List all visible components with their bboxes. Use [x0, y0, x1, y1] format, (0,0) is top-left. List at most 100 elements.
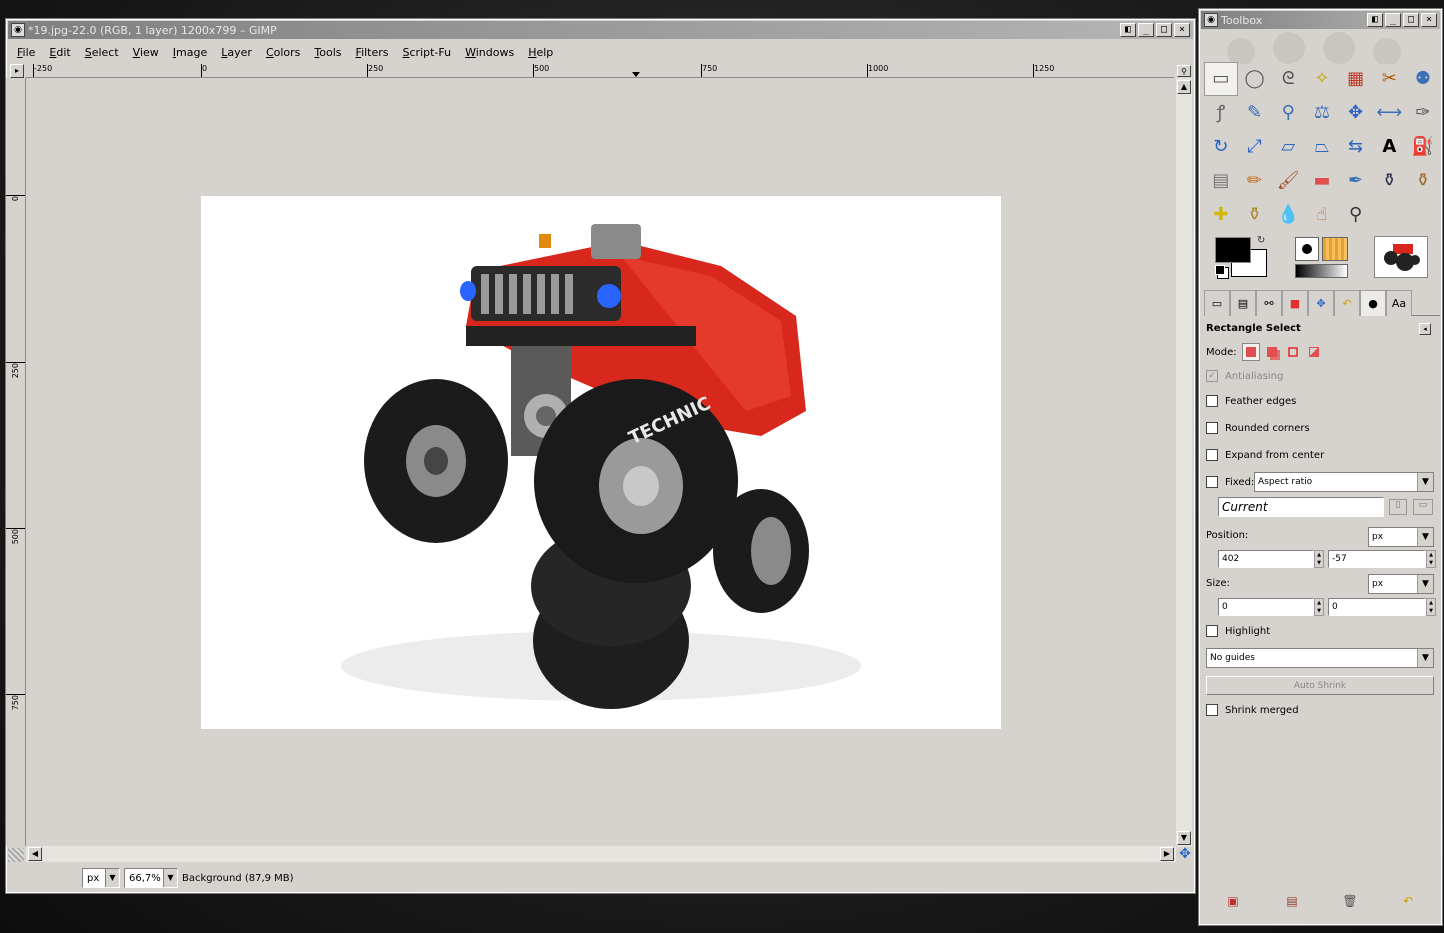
auto-shrink-button[interactable]: Auto Shrink [1206, 676, 1434, 695]
image-menu-arrow-button[interactable]: ▸ [10, 64, 24, 78]
tool-zoom[interactable]: ⚲ [1271, 96, 1305, 130]
position-x-input[interactable]: 402 [1218, 550, 1314, 568]
nav-zoom-button[interactable]: ⚲ [1177, 65, 1191, 77]
tool-paintbrush[interactable]: 🖌 [1271, 164, 1305, 198]
feather-edges-checkbox[interactable] [1206, 395, 1218, 407]
fixed-mode-select[interactable]: Aspect ratio ▼ [1254, 472, 1434, 492]
antialiasing-checkbox[interactable]: ✓ [1206, 370, 1218, 382]
rounded-corners-checkbox[interactable] [1206, 422, 1218, 434]
size-height-input[interactable]: 0 [1328, 598, 1426, 616]
image-window-titlebar[interactable]: ◉ *19.jpg-22.0 (RGB, 1 layer) 1200x799 –… [8, 21, 1193, 39]
tab-fonts[interactable]: Aa [1386, 290, 1412, 316]
tab-navigation[interactable]: ✥ [1308, 290, 1334, 316]
tool-scale[interactable]: ⤢ [1238, 130, 1272, 164]
menu-edit[interactable]: Edit [42, 46, 77, 59]
tool-fuzzy-select[interactable]: ✧ [1305, 62, 1339, 96]
fixed-ratio-entry[interactable]: Current [1218, 497, 1384, 517]
tab-channels[interactable]: ■ [1282, 290, 1308, 316]
tool-free-select[interactable]: ᘓ [1271, 62, 1305, 96]
highlight-checkbox[interactable] [1206, 625, 1218, 637]
save-options-icon[interactable]: ▣ [1225, 894, 1241, 908]
tool-text[interactable]: A [1372, 130, 1406, 164]
mode-replace-button[interactable] [1241, 343, 1260, 361]
tool-crop[interactable]: ✑ [1406, 96, 1440, 130]
tool-rect-select[interactable]: ▭ [1204, 62, 1238, 96]
menu-view[interactable]: View [126, 46, 166, 59]
tool-options-menu-button[interactable]: ◂ [1419, 323, 1431, 335]
fg-bg-color-area[interactable]: ↻ [1213, 235, 1271, 279]
tool-ellipse-select[interactable]: ◯ [1238, 62, 1272, 96]
tool-blur[interactable]: 💧 [1271, 198, 1305, 232]
active-image-thumbnail[interactable] [1374, 236, 1428, 278]
tool-measure[interactable]: ⚖ [1305, 96, 1339, 130]
tab-tool-options[interactable]: ▭ [1204, 290, 1230, 316]
size-unit-select[interactable]: px ▼ [1368, 574, 1434, 594]
foreground-color-swatch[interactable] [1215, 237, 1251, 263]
navigate-icon[interactable]: ✥ [1178, 847, 1192, 861]
horizontal-scrollbar[interactable]: ◀ ▶ [26, 846, 1176, 862]
fixed-checkbox[interactable] [1206, 476, 1218, 488]
image-canvas[interactable]: TECHNIC [26, 79, 1175, 846]
scroll-up-button[interactable]: ▲ [1177, 80, 1191, 94]
tool-move[interactable]: ✥ [1339, 96, 1373, 130]
image-layer-monster-truck[interactable]: TECHNIC [201, 196, 1001, 729]
restore-options-icon[interactable]: ▤ [1284, 894, 1300, 908]
tool-ink[interactable]: ⚱ [1372, 164, 1406, 198]
unit-select[interactable]: px ▼ [82, 868, 120, 888]
menu-script-fu[interactable]: Script-Fu [396, 46, 459, 59]
size-width-input[interactable]: 0 [1218, 598, 1314, 616]
size-height-spinner[interactable]: ▲ ▼ [1426, 598, 1436, 616]
tool-align[interactable]: ⟷ [1372, 96, 1406, 130]
menu-help[interactable]: Help [521, 46, 560, 59]
maximize-button[interactable]: □ [1156, 23, 1172, 37]
tool-scissors[interactable]: ✂ [1372, 62, 1406, 96]
tool-airbrush[interactable]: ✒ [1339, 164, 1373, 198]
window-menu-button[interactable]: ◧ [1367, 13, 1383, 27]
position-x-spinner[interactable]: ▲ ▼ [1314, 550, 1324, 568]
mode-intersect-button[interactable] [1305, 343, 1323, 361]
close-button[interactable]: × [1421, 13, 1437, 27]
scroll-down-button[interactable]: ▼ [1177, 831, 1191, 845]
scroll-left-button[interactable]: ◀ [28, 847, 42, 861]
pattern-indicator[interactable] [1322, 237, 1348, 261]
minimize-button[interactable]: _ [1385, 13, 1401, 27]
default-colors-icon[interactable] [1215, 265, 1225, 275]
toolbox-titlebar[interactable]: ◉ Toolbox ◧ _ □ × [1201, 11, 1440, 29]
mode-subtract-button[interactable] [1284, 343, 1302, 361]
landscape-button[interactable]: ▭ [1413, 499, 1433, 515]
mode-add-button[interactable] [1263, 343, 1281, 361]
swap-colors-icon[interactable]: ↻ [1257, 235, 1265, 246]
tool-foreground-select[interactable]: ⚉ [1406, 62, 1440, 96]
shrink-merged-checkbox[interactable] [1206, 704, 1218, 716]
position-unit-select[interactable]: px ▼ [1368, 527, 1434, 547]
scroll-right-button[interactable]: ▶ [1160, 847, 1174, 861]
position-y-input[interactable]: -57 [1328, 550, 1426, 568]
close-button[interactable]: × [1174, 23, 1190, 37]
menu-file[interactable]: File [10, 46, 42, 59]
tool-blend[interactable]: ▤ [1204, 164, 1238, 198]
tool-dodge-burn[interactable]: ⚲ [1339, 198, 1373, 232]
menu-filters[interactable]: Filters [349, 46, 396, 59]
tool-shear[interactable]: ▱ [1271, 130, 1305, 164]
zoom-select[interactable]: 66,7% ▼ [124, 868, 178, 888]
tab-brushes[interactable]: ● [1360, 290, 1386, 316]
position-y-spinner[interactable]: ▲ ▼ [1426, 550, 1436, 568]
tool-pencil[interactable]: ✏ [1238, 164, 1272, 198]
tool-select-by-color[interactable]: ▦ [1339, 62, 1373, 96]
gradient-indicator[interactable] [1295, 264, 1348, 278]
tool-bucket-fill[interactable]: ⛽ [1406, 130, 1440, 164]
tool-smudge[interactable]: ☝ [1305, 198, 1339, 232]
delete-options-icon[interactable]: 🗑 [1342, 894, 1358, 908]
tool-rotate[interactable]: ↻ [1204, 130, 1238, 164]
tab-paths[interactable]: ⚯ [1256, 290, 1282, 316]
tool-heal[interactable]: ✚ [1204, 198, 1238, 232]
size-width-spinner[interactable]: ▲ ▼ [1314, 598, 1324, 616]
quick-mask-toggle[interactable] [8, 848, 24, 862]
tool-paths[interactable]: ꝭ [1204, 96, 1238, 130]
tool-clone[interactable]: ⚱ [1406, 164, 1440, 198]
tool-perspective-clone[interactable]: ⚱ [1238, 198, 1272, 232]
tool-color-picker[interactable]: ✎ [1238, 96, 1272, 130]
menu-image[interactable]: Image [166, 46, 214, 59]
menu-colors[interactable]: Colors [259, 46, 307, 59]
portrait-button[interactable]: ▯ [1389, 499, 1407, 515]
